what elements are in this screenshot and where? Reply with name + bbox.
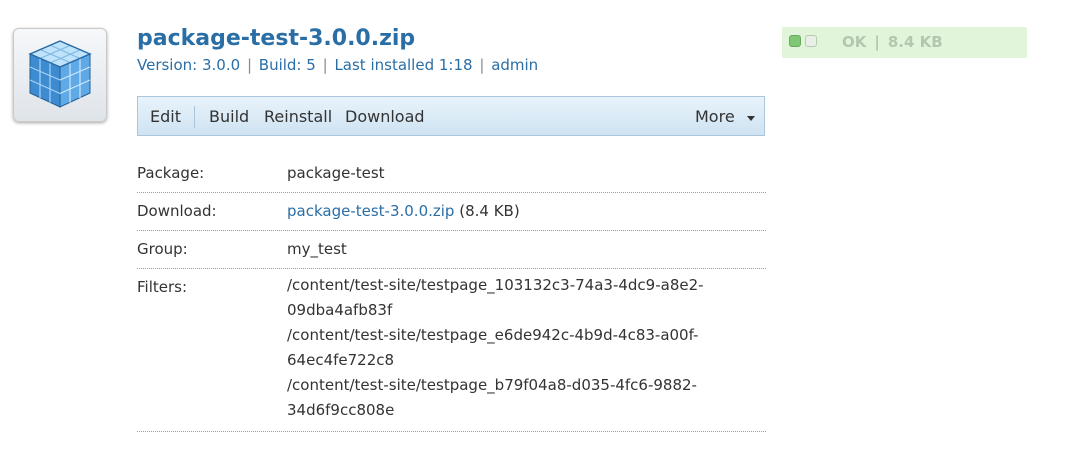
filter-path: /content/test-site/testpage_e6de942c-4b9…	[287, 326, 699, 344]
edit-button[interactable]: Edit	[150, 107, 181, 126]
installed-by-user-link[interactable]: admin	[491, 56, 538, 74]
package-title[interactable]: package-test-3.0.0.zip	[137, 26, 415, 51]
download-size: (8.4 KB)	[459, 202, 520, 220]
group-label: Group:	[137, 240, 188, 258]
filters-row: Filters: /content/test-site/testpage_103…	[137, 273, 766, 432]
download-value: package-test-3.0.0.zip (8.4 KB)	[287, 202, 766, 220]
group-row: Group: my_test	[137, 240, 766, 269]
package-label: Package:	[137, 164, 205, 182]
last-installed-text: Last installed 1:18	[334, 56, 473, 74]
build-text: Build: 5	[258, 56, 316, 74]
download-link[interactable]: package-test-3.0.0.zip	[287, 202, 454, 220]
status-size: 8.4 KB	[887, 33, 943, 51]
build-button[interactable]: Build	[209, 107, 249, 126]
status-text: OK | 8.4 KB	[842, 33, 943, 51]
reinstall-button[interactable]: Reinstall	[264, 107, 332, 126]
chevron-down-icon[interactable]	[747, 116, 755, 121]
filter-path: 34d6f9cc808e	[287, 401, 395, 419]
filters-label: Filters:	[137, 278, 188, 296]
meta-separator: |	[322, 56, 328, 74]
package-toolbar: Edit Build Reinstall Download More	[137, 96, 765, 136]
filters-list: /content/test-site/testpage_103132c3-74a…	[287, 273, 766, 423]
filter-path: /content/test-site/testpage_b79f04a8-d03…	[287, 376, 697, 394]
meta-separator: |	[246, 56, 252, 74]
filter-path: 64ec4fe722c8	[287, 351, 395, 369]
package-meta: Version: 3.0.0 | Build: 5 | Last install…	[137, 56, 538, 74]
download-row: Download: package-test-3.0.0.zip (8.4 KB…	[137, 202, 766, 231]
package-cube-icon	[13, 28, 107, 122]
status-separator: |	[874, 33, 880, 51]
status-indicator-icon	[805, 35, 817, 47]
package-value: package-test	[287, 164, 385, 182]
filter-path: 09dba4afb83f	[287, 301, 393, 319]
status-state: OK	[842, 33, 867, 51]
package-row: Package: package-test	[137, 164, 766, 193]
toolbar-divider	[194, 106, 195, 128]
version-text: Version: 3.0.0	[137, 56, 241, 74]
meta-separator: |	[479, 56, 485, 74]
group-value: my_test	[287, 240, 347, 258]
filter-path: /content/test-site/testpage_103132c3-74a…	[287, 276, 704, 294]
download-button[interactable]: Download	[345, 107, 425, 126]
status-badge: OK | 8.4 KB	[782, 27, 1027, 58]
more-button[interactable]: More	[695, 107, 735, 126]
status-indicator-icon	[789, 35, 801, 47]
download-label: Download:	[137, 202, 217, 220]
